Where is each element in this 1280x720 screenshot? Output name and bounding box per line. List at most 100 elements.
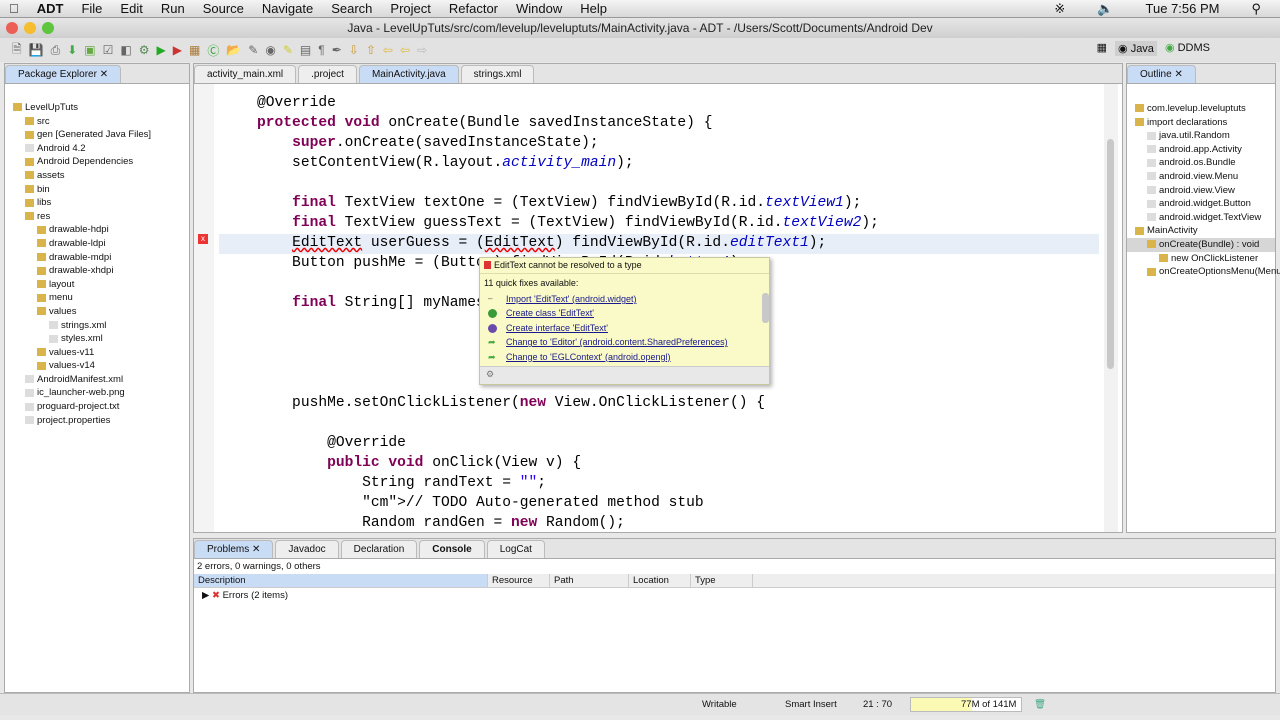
tree-item[interactable]: values-v14	[5, 359, 189, 373]
search-tool-icon[interactable]: ✎	[248, 43, 258, 57]
tree-item[interactable]: onCreateOptionsMenu(Menu)	[1127, 265, 1280, 279]
new-class-icon[interactable]: Ⓒ	[207, 42, 219, 59]
zoom-window-button[interactable]	[42, 22, 54, 34]
perspective-java[interactable]: ◉ Java	[1115, 41, 1157, 56]
code-line[interactable]: protected void onCreate(Bundle savedInst…	[222, 113, 712, 133]
table-row[interactable]: ▶ ✖ Errors (2 items)	[194, 588, 1275, 603]
tree-item[interactable]: android.os.Bundle	[1127, 156, 1275, 170]
tab-main-activity-java[interactable]: MainActivity.java	[358, 65, 459, 83]
pin-icon[interactable]: ✒	[332, 43, 342, 57]
external-tools-icon[interactable]: ▶	[173, 43, 182, 57]
code-line[interactable]: EditText userGuess = (EditText) findView…	[222, 233, 826, 253]
editor-scrollbar[interactable]	[1104, 84, 1118, 532]
tree-item[interactable]: android.widget.TextView	[1127, 211, 1275, 225]
tree-item[interactable]: java.util.Random	[1127, 129, 1275, 143]
close-window-button[interactable]	[6, 22, 18, 34]
column-resource[interactable]: Resource	[488, 574, 550, 587]
tab-package-explorer[interactable]: Package Explorer ✕	[5, 65, 122, 83]
tab-project[interactable]: .project	[298, 65, 357, 83]
tab-activity-main-xml[interactable]: activity_main.xml	[194, 65, 297, 83]
code-line[interactable]: Random randGen = new Random();	[222, 513, 625, 533]
open-perspective-icon[interactable]: ▦	[1097, 41, 1107, 56]
quick-fix-import[interactable]: – Import 'EditText' (android.widget)	[480, 292, 769, 306]
code-line[interactable]: @Override	[222, 93, 336, 113]
highlight-icon[interactable]: ✎	[283, 43, 293, 57]
heap-status[interactable]: 77M of 141M	[910, 697, 1022, 712]
minimize-window-button[interactable]	[24, 22, 36, 34]
tree-item[interactable]: android.widget.Button	[1127, 197, 1275, 211]
scrollbar-thumb[interactable]	[1107, 139, 1114, 369]
code-line[interactable]: pushMe.setOnClickListener(new View.OnCli…	[222, 393, 765, 413]
tree-item[interactable]: styles.xml	[5, 332, 189, 346]
tree-item[interactable]: ic_launcher-web.png	[5, 386, 189, 400]
code-line[interactable]: "cm">// TODO Auto-generated method stub	[222, 493, 704, 513]
new-icon[interactable]: 🗎	[12, 40, 22, 61]
menu-refactor[interactable]: Refactor	[440, 1, 507, 16]
quick-fix-change-eglcontext[interactable]: ➦ Change to 'EGLContext' (android.opengl)	[480, 350, 769, 364]
code-line[interactable]: String randText = "";	[222, 473, 546, 493]
tree-item[interactable]: Android 4.2	[5, 142, 189, 156]
quick-fix-change-editor[interactable]: ➦ Change to 'Editor' (android.content.Sha…	[480, 335, 769, 349]
app-menu[interactable]: ADT	[28, 1, 73, 16]
open-type-icon[interactable]: 📂	[226, 43, 241, 57]
tree-item[interactable]: menu	[5, 291, 189, 305]
new-android-project-icon[interactable]: ◧	[120, 43, 131, 57]
menu-source[interactable]: Source	[194, 1, 253, 16]
code-line[interactable]: final TextView guessText = (TextView) fi…	[222, 213, 879, 233]
menu-edit[interactable]: Edit	[111, 1, 151, 16]
mark-occurrences-icon[interactable]: ◉	[265, 43, 275, 57]
tree-item[interactable]: res	[5, 210, 189, 224]
apple-icon[interactable]: 	[0, 1, 28, 16]
spotlight-icon[interactable]: ⚲	[1242, 1, 1270, 17]
perspective-ddms[interactable]: ◉ DDMS	[1165, 41, 1210, 56]
lint-icon[interactable]: ☑	[103, 43, 114, 57]
tree-item[interactable]: layout	[5, 278, 189, 292]
next-annotation-icon[interactable]: ⇩	[349, 43, 359, 57]
tab-strings-xml[interactable]: strings.xml	[460, 65, 535, 83]
print-icon[interactable]: ⎙	[51, 43, 61, 58]
tree-item[interactable]: MainActivity	[1127, 224, 1275, 238]
tree-item[interactable]: Android Dependencies	[5, 155, 189, 169]
menu-navigate[interactable]: Navigate	[253, 1, 322, 16]
tree-item[interactable]: gen [Generated Java Files]	[5, 128, 189, 142]
new-package-icon[interactable]: ▦	[189, 43, 200, 57]
prev-annotation-icon[interactable]: ⇧	[366, 43, 376, 57]
quick-fix-create-interface[interactable]: Create interface 'EditText'	[480, 321, 769, 335]
block-select-icon[interactable]: ▤	[300, 43, 311, 57]
code-line[interactable]: super.onCreate(savedInstanceState);	[222, 133, 599, 153]
tree-item[interactable]: import declarations	[1127, 116, 1275, 130]
column-path[interactable]: Path	[550, 574, 629, 587]
menu-file[interactable]: File	[72, 1, 111, 16]
forward-icon[interactable]: ⇦	[400, 43, 410, 57]
tree-item[interactable]: drawable-ldpi	[5, 237, 189, 251]
tab-javadoc[interactable]: Javadoc	[275, 540, 339, 558]
tree-item[interactable]: drawable-hdpi	[5, 223, 189, 237]
bluetooth-icon[interactable]: ※	[1045, 1, 1074, 17]
menu-search[interactable]: Search	[322, 1, 381, 16]
column-type[interactable]: Type	[691, 574, 753, 587]
tab-declaration[interactable]: Declaration	[340, 540, 418, 558]
menu-help[interactable]: Help	[571, 1, 616, 16]
forward-disabled-icon[interactable]: ⇨	[417, 43, 427, 57]
show-whitespace-icon[interactable]: ¶	[318, 43, 324, 57]
tree-item[interactable]: new OnClickListener	[1127, 252, 1275, 266]
tree-item[interactable]: LevelUpTuts	[5, 101, 189, 115]
tree-item[interactable]: android.view.View	[1127, 184, 1275, 198]
tree-item[interactable]: src	[5, 115, 189, 129]
tree-item[interactable]: onCreate(Bundle) : void	[1127, 237, 1275, 252]
code-line[interactable]: @Override	[222, 433, 406, 453]
run-icon[interactable]: ▶	[157, 43, 166, 57]
tree-item[interactable]: drawable-mdpi	[5, 251, 189, 265]
sdk-manager-icon[interactable]: ⬇	[67, 43, 77, 57]
tree-item[interactable]: values-v11	[5, 346, 189, 360]
tree-item[interactable]: drawable-xhdpi	[5, 264, 189, 278]
code-line[interactable]: public void onClick(View v) {	[222, 453, 581, 473]
menu-project[interactable]: Project	[381, 1, 439, 16]
code-line[interactable]: setContentView(R.layout.activity_main);	[222, 153, 634, 173]
tab-outline[interactable]: Outline ✕	[1127, 65, 1196, 83]
tab-problems[interactable]: Problems ✕	[194, 540, 274, 558]
code-line[interactable]: final TextView textOne = (TextView) find…	[222, 193, 861, 213]
tree-item[interactable]: android.view.Menu	[1127, 170, 1275, 184]
save-icon[interactable]: 💾	[29, 43, 44, 57]
tree-item[interactable]: com.levelup.leveluptuts	[1127, 102, 1275, 116]
